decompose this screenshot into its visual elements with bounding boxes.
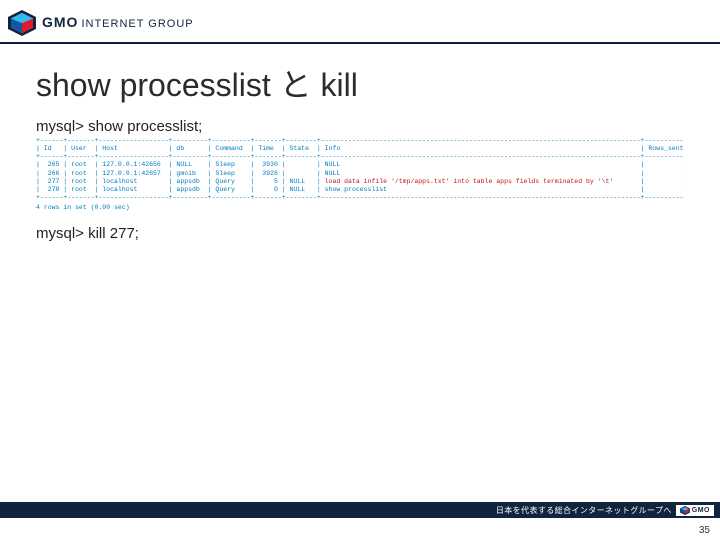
footer-logo: GMO xyxy=(676,505,714,516)
brand-logo: GMOINTERNET GROUP xyxy=(8,10,194,36)
brand-logo-main: GMOINTERNET GROUP xyxy=(42,14,194,32)
processlist-table: +------+-------+------------------+-----… xyxy=(36,137,684,202)
footer-bar: 日本を代表する総合インターネットグループへ GMO xyxy=(0,502,720,518)
gmo-logo-icon xyxy=(8,10,36,36)
slide-title: show processlist と kill xyxy=(36,60,684,106)
page-number: 35 xyxy=(699,525,710,536)
gmo-logo-icon xyxy=(680,506,690,515)
header: GMOINTERNET GROUP xyxy=(0,0,720,42)
footer: 日本を代表する総合インターネットグループへ GMO xyxy=(0,502,720,518)
mysql-prompt-show: mysql> show processlist; xyxy=(36,118,684,135)
footer-logo-text: GMO xyxy=(692,507,710,514)
slide-root: GMOINTERNET GROUP show processlist と kil… xyxy=(0,0,720,540)
mysql-prompt-kill: mysql> kill 277; xyxy=(36,225,684,242)
footer-tagline: 日本を代表する総合インターネットグループへ xyxy=(496,505,672,516)
result-summary: 4 rows in set (0.00 sec) xyxy=(36,204,684,211)
content-area: show processlist と kill mysql> show proc… xyxy=(0,44,720,242)
